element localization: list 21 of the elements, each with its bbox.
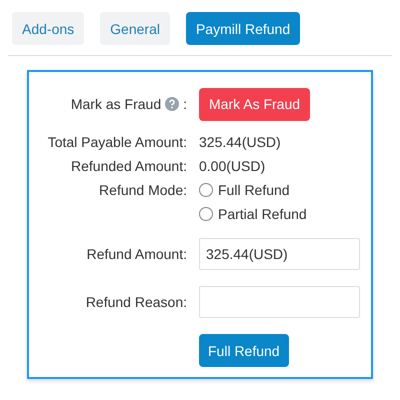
radio-label: Full Refund: [218, 182, 290, 198]
help-icon[interactable]: [165, 97, 180, 111]
colon-text: :: [183, 96, 187, 112]
refund-amount-field[interactable]: 325.44(USD): [199, 238, 360, 270]
field-value: 325.44(USD): [199, 134, 281, 150]
mark-as-fraud-button[interactable]: Mark As Fraud: [199, 88, 310, 120]
tab[interactable]: Add-ons: [12, 12, 84, 45]
field-label: Total Payable Amount:: [48, 134, 187, 150]
full-refund-button[interactable]: Full Refund: [199, 334, 289, 367]
field-label: Mark as Fraud: [70, 96, 162, 112]
field-label: Refunded Amount:: [71, 158, 187, 174]
tab[interactable]: General: [100, 12, 170, 45]
radio-button[interactable]: [199, 183, 213, 197]
tab[interactable]: Paymill Refund: [186, 12, 300, 45]
radio-label: Partial Refund: [218, 206, 307, 222]
field-label: Refund Mode:: [99, 182, 187, 198]
field-label: Refund Amount:: [86, 246, 187, 262]
refund-reason-field[interactable]: [199, 286, 360, 318]
field-label: Refund Reason:: [86, 294, 187, 310]
field-value: 0.00(USD): [199, 158, 266, 174]
radio-button[interactable]: [199, 207, 213, 221]
